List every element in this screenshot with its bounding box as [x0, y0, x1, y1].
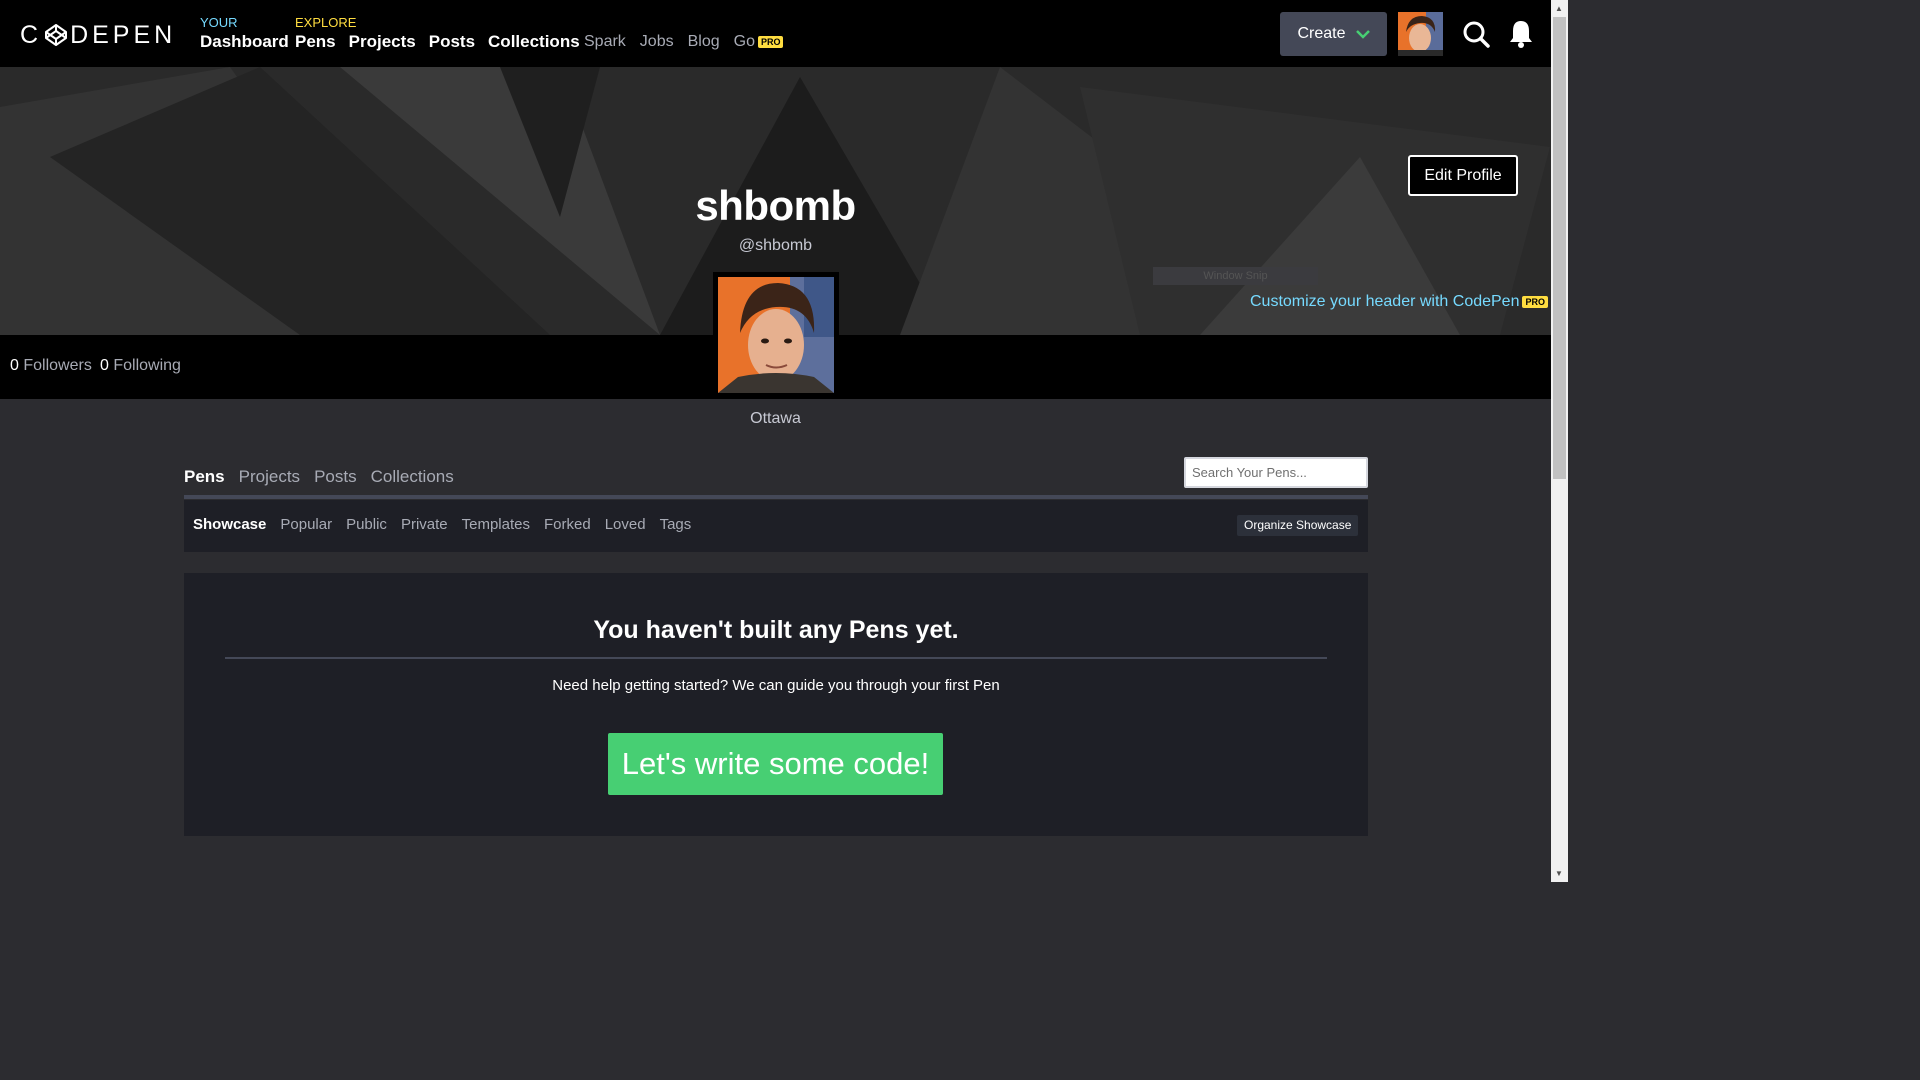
nav-posts-link[interactable]: Posts [429, 32, 475, 52]
secondary-nav: Spark Jobs Blog Go PRO [584, 33, 784, 51]
tabs-divider [184, 495, 1368, 499]
profile-tabs: Pens Projects Posts Collections [184, 467, 454, 487]
nav-go-link[interactable]: Go PRO [734, 33, 784, 51]
nav-pens-link[interactable]: Pens [295, 32, 336, 52]
subtab-loved[interactable]: Loved [605, 516, 646, 533]
subtab-showcase[interactable]: Showcase [193, 516, 266, 533]
subtab-public[interactable]: Public [346, 516, 387, 533]
empty-state-panel: You haven't built any Pens yet. Need hel… [184, 573, 1368, 836]
scrollbar-thumb[interactable] [1553, 17, 1566, 479]
search-icon[interactable] [1462, 20, 1490, 48]
search-pens-input[interactable] [1184, 457, 1368, 488]
logo-c: C [20, 20, 43, 49]
codepen-logo[interactable]: C DEPEN [20, 20, 176, 50]
tab-posts[interactable]: Posts [314, 467, 357, 487]
logo-text: DEPEN [70, 20, 177, 49]
tab-pens[interactable]: Pens [184, 467, 225, 487]
following-count: 0 [100, 357, 109, 374]
nav-blog-link[interactable]: Blog [688, 33, 720, 51]
organize-showcase-button[interactable]: Organize Showcase [1237, 515, 1359, 536]
explore-nav-group: EXPLORE Pens Projects Posts Collections [295, 15, 580, 52]
followers-label: Followers [23, 357, 92, 374]
following-label: Following [113, 357, 181, 374]
create-label: Create [1297, 25, 1346, 42]
nav-dashboard-link[interactable]: Dashboard [200, 32, 289, 52]
page-scrollbar[interactable]: ▲ ▼ [1551, 0, 1568, 882]
nav-projects-link[interactable]: Projects [349, 32, 416, 52]
scroll-up-arrow-icon[interactable]: ▲ [1555, 4, 1563, 13]
tab-collections[interactable]: Collections [371, 467, 454, 487]
nav-jobs-link[interactable]: Jobs [640, 33, 674, 51]
bell-icon[interactable] [1508, 19, 1534, 48]
empty-state-divider [225, 657, 1327, 659]
chevron-down-icon [1355, 30, 1370, 39]
subtab-popular[interactable]: Popular [280, 516, 332, 533]
subtab-tags[interactable]: Tags [660, 516, 692, 533]
empty-state-help: Need help getting started? We can guide … [552, 677, 1000, 694]
pen-filter-bar: Showcase Popular Public Private Template… [184, 500, 1368, 552]
window-snip-overlay: Window Snip [1153, 267, 1318, 285]
your-label: YOUR [200, 15, 238, 30]
create-button[interactable]: Create [1280, 12, 1387, 56]
subtab-private[interactable]: Private [401, 516, 448, 533]
profile-handle: @shbomb [738, 237, 813, 254]
tab-projects[interactable]: Projects [239, 467, 300, 487]
your-nav-group: YOUR Dashboard [200, 15, 289, 52]
top-navbar: C DEPEN YOUR Dashboard EXPLORE Pens Proj… [0, 0, 1551, 67]
customize-text: Customize your header with CodePen [1250, 293, 1520, 310]
profile-photo [718, 277, 834, 393]
following-link[interactable]: 0 Following [100, 357, 181, 375]
user-avatar[interactable] [1398, 12, 1443, 56]
subtab-templates[interactable]: Templates [462, 516, 530, 533]
codepen-icon [45, 24, 68, 46]
profile-avatar[interactable] [713, 272, 839, 398]
go-label: Go [733, 33, 755, 50]
nav-collections-link[interactable]: Collections [488, 32, 580, 52]
nav-spark-link[interactable]: Spark [584, 33, 626, 51]
empty-state-title: You haven't built any Pens yet. [593, 616, 959, 644]
pro-badge: PRO [757, 35, 784, 48]
customize-header-link[interactable]: Customize your header with CodePen PRO [1250, 293, 1548, 311]
scroll-down-arrow-icon[interactable]: ▼ [1555, 869, 1563, 878]
pro-badge: PRO [1522, 295, 1548, 308]
followers-count: 0 [10, 357, 19, 374]
explore-label: EXPLORE [295, 15, 357, 30]
write-code-button[interactable]: Let's write some code! [608, 733, 943, 795]
followers-link[interactable]: 0 Followers [10, 357, 92, 375]
profile-location: Ottawa [750, 410, 801, 427]
subtab-forked[interactable]: Forked [544, 516, 591, 533]
profile-name: shbomb [695, 182, 856, 229]
